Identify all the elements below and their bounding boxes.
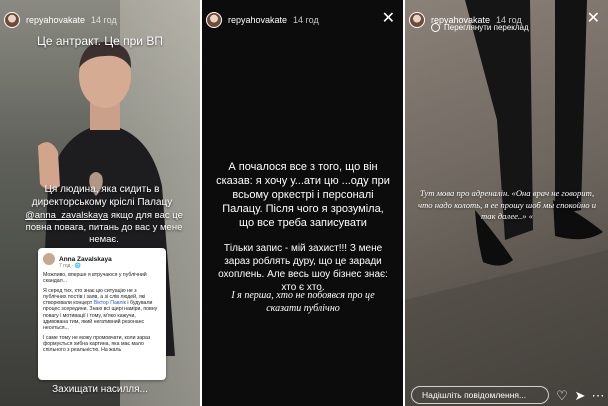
reply-input[interactable]: Надішліть повідомлення...	[411, 386, 549, 404]
story-header: repyahovakate 14 год ✕	[206, 10, 399, 30]
story-sub-text: Тільки запис - мій захист!!! З мене зара…	[218, 243, 388, 293]
story-main-text: А почалося все з того, що він сказав: я …	[216, 161, 390, 229]
story-panel-3[interactable]: repyahovakate 14 год ✕ Переглянути перек…	[405, 0, 608, 406]
story-caption: Тут мова про адреналін. «Она врач не гов…	[418, 188, 596, 221]
see-translation-button[interactable]: Переглянути переклад	[431, 23, 529, 32]
caption-mention-line: @anna_zavalskaya якщо для вас це повна п…	[14, 210, 194, 246]
post-tagged-link[interactable]: Віктор Павлік	[94, 300, 126, 306]
mention-link[interactable]: @anna_zavalskaya	[25, 210, 108, 221]
embedded-post-card[interactable]: Anna Zavalskaya 7 год · 🌐 Можливо, вперш…	[38, 248, 166, 380]
post-paragraph-3: І саме тому не можу промовчати, коли зар…	[43, 334, 151, 354]
avatar[interactable]	[409, 12, 425, 28]
timestamp: 14 год	[293, 15, 319, 25]
story-header: repyahovakate 14 год	[4, 10, 196, 30]
post-meta: 7 год · 🌐	[59, 263, 82, 269]
timestamp: 14 год	[91, 15, 117, 25]
caption-bottom: Захищати насилля...	[52, 384, 148, 395]
post-paragraph-2: Я серед тих, хто знає цю ситуацію не з п…	[43, 288, 161, 332]
story-panel-2[interactable]: repyahovakate 14 год ✕ А почалося все з …	[202, 0, 403, 406]
story-italic-text: І я перша, хто не побоявся про це сказат…	[231, 290, 375, 314]
close-icon[interactable]: ✕	[587, 11, 600, 27]
avatar[interactable]	[206, 12, 222, 28]
caption-top: Це антракт. Це при ВП	[37, 34, 163, 48]
username[interactable]: repyahovakate	[26, 15, 85, 25]
story-panel-1[interactable]: Це антракт. Це при ВП repyahovakate 14 г…	[0, 0, 200, 406]
heart-icon[interactable]: ♡	[555, 389, 569, 403]
see-translation-label: Переглянути переклад	[444, 23, 529, 32]
avatar[interactable]	[4, 12, 20, 28]
post-author-name: Anna Zavalskaya	[59, 255, 112, 263]
close-icon[interactable]: ✕	[382, 11, 395, 27]
send-icon[interactable]: ➤	[573, 389, 587, 403]
caption-middle: Ця людина, яка сидить в директорському к…	[31, 184, 173, 208]
more-icon[interactable]: ⋯	[591, 389, 605, 403]
username[interactable]: repyahovakate	[228, 15, 287, 25]
post-author-avatar	[43, 253, 55, 265]
post-paragraph-1: Можливо, вперше я втручаюся у публічний …	[43, 272, 147, 285]
globe-icon	[431, 23, 440, 32]
